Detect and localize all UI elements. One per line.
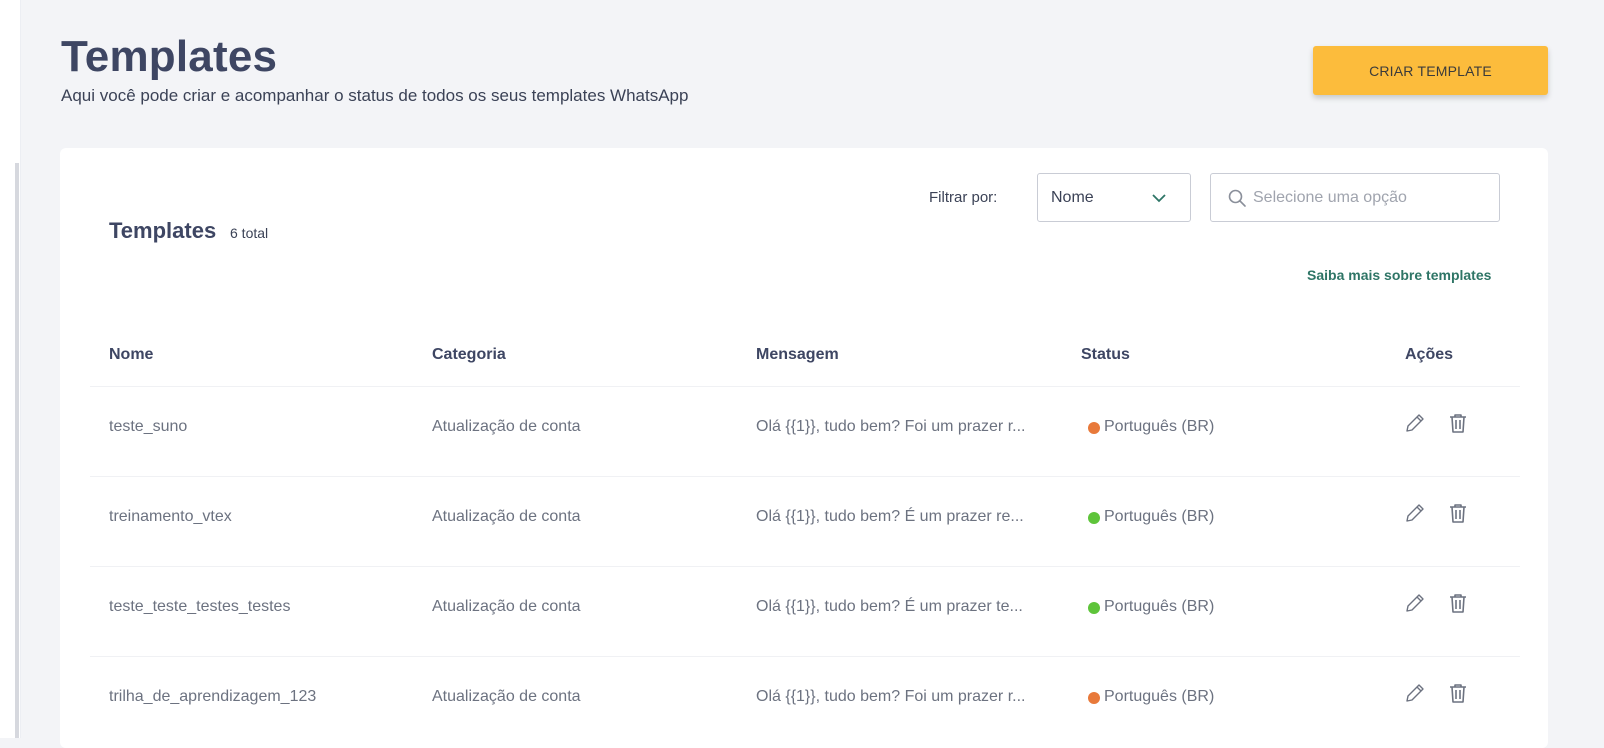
- table-header: Nome Categoria Mensagem Status Ações: [109, 346, 1529, 366]
- page: Templates Aqui você pode criar e acompan…: [21, 0, 1604, 748]
- chevron-down-icon: [1152, 194, 1166, 203]
- column-header-message: Mensagem: [756, 346, 839, 363]
- template-name: teste_teste_testes_testes: [109, 598, 291, 615]
- page-subtitle: Aqui você pode criar e acompanhar o stat…: [61, 86, 689, 105]
- filter-select-value: Nome: [1051, 188, 1094, 206]
- search-input[interactable]: [1253, 174, 1493, 221]
- status-dot: [1088, 692, 1100, 704]
- filter-select[interactable]: Nome: [1037, 173, 1191, 222]
- template-status: Português (BR): [1104, 688, 1215, 705]
- template-message: Olá {{1}}, tudo bem? Foi um prazer r...: [756, 418, 1026, 435]
- template-name: treinamento_vtex: [109, 508, 232, 525]
- template-status: Português (BR): [1104, 418, 1215, 435]
- pencil-icon[interactable]: [1403, 591, 1427, 615]
- page-title: Templates: [61, 32, 278, 81]
- template-category: Atualização de conta: [432, 688, 581, 705]
- column-header-status: Status: [1081, 346, 1130, 363]
- search-icon: [1228, 189, 1246, 207]
- left-sidebar-edge: [0, 0, 21, 738]
- filter-label: Filtrar por:: [929, 189, 998, 206]
- create-template-button[interactable]: CRIAR TEMPLATE: [1313, 46, 1548, 95]
- column-header-name: Nome: [109, 346, 154, 363]
- table-row[interactable]: treinamento_vtex Atualização de conta Ol…: [90, 476, 1520, 566]
- table-row[interactable]: trilha_de_aprendizagem_123 Atualização d…: [90, 656, 1520, 746]
- template-category: Atualização de conta: [432, 598, 581, 615]
- trash-icon[interactable]: [1446, 411, 1470, 435]
- table-row[interactable]: teste_teste_testes_testes Atualização de…: [90, 566, 1520, 656]
- trash-icon[interactable]: [1446, 681, 1470, 705]
- template-status: Português (BR): [1104, 508, 1215, 525]
- templates-count: 6 total: [230, 225, 269, 241]
- template-category: Atualização de conta: [432, 508, 581, 525]
- template-status: Português (BR): [1104, 598, 1215, 615]
- template-category: Atualização de conta: [432, 418, 581, 435]
- template-name: teste_suno: [109, 418, 188, 435]
- column-header-actions: Ações: [1405, 346, 1454, 363]
- trash-icon[interactable]: [1446, 591, 1470, 615]
- pencil-icon[interactable]: [1403, 681, 1427, 705]
- template-message: Olá {{1}}, tudo bem? É um prazer re...: [756, 508, 1024, 525]
- column-header-category: Categoria: [432, 346, 506, 363]
- search-field[interactable]: [1210, 173, 1500, 222]
- scrollbar[interactable]: [15, 163, 19, 738]
- pencil-icon[interactable]: [1403, 501, 1427, 525]
- status-dot: [1088, 602, 1100, 614]
- trash-icon[interactable]: [1446, 501, 1470, 525]
- templates-card: Templates 6 total Filtrar por: Nome Saib…: [60, 148, 1548, 748]
- template-message: Olá {{1}}, tudo bem? É um prazer te...: [756, 598, 1023, 615]
- template-name: trilha_de_aprendizagem_123: [109, 688, 317, 705]
- template-message: Olá {{1}}, tudo bem? Foi um prazer r...: [756, 688, 1026, 705]
- status-dot: [1088, 512, 1100, 524]
- card-title: Templates: [109, 218, 217, 243]
- table-row[interactable]: teste_suno Atualização de conta Olá {{1}…: [90, 386, 1520, 476]
- status-dot: [1088, 422, 1100, 434]
- pencil-icon[interactable]: [1403, 411, 1427, 435]
- learn-more-link[interactable]: Saiba mais sobre templates: [1307, 267, 1491, 283]
